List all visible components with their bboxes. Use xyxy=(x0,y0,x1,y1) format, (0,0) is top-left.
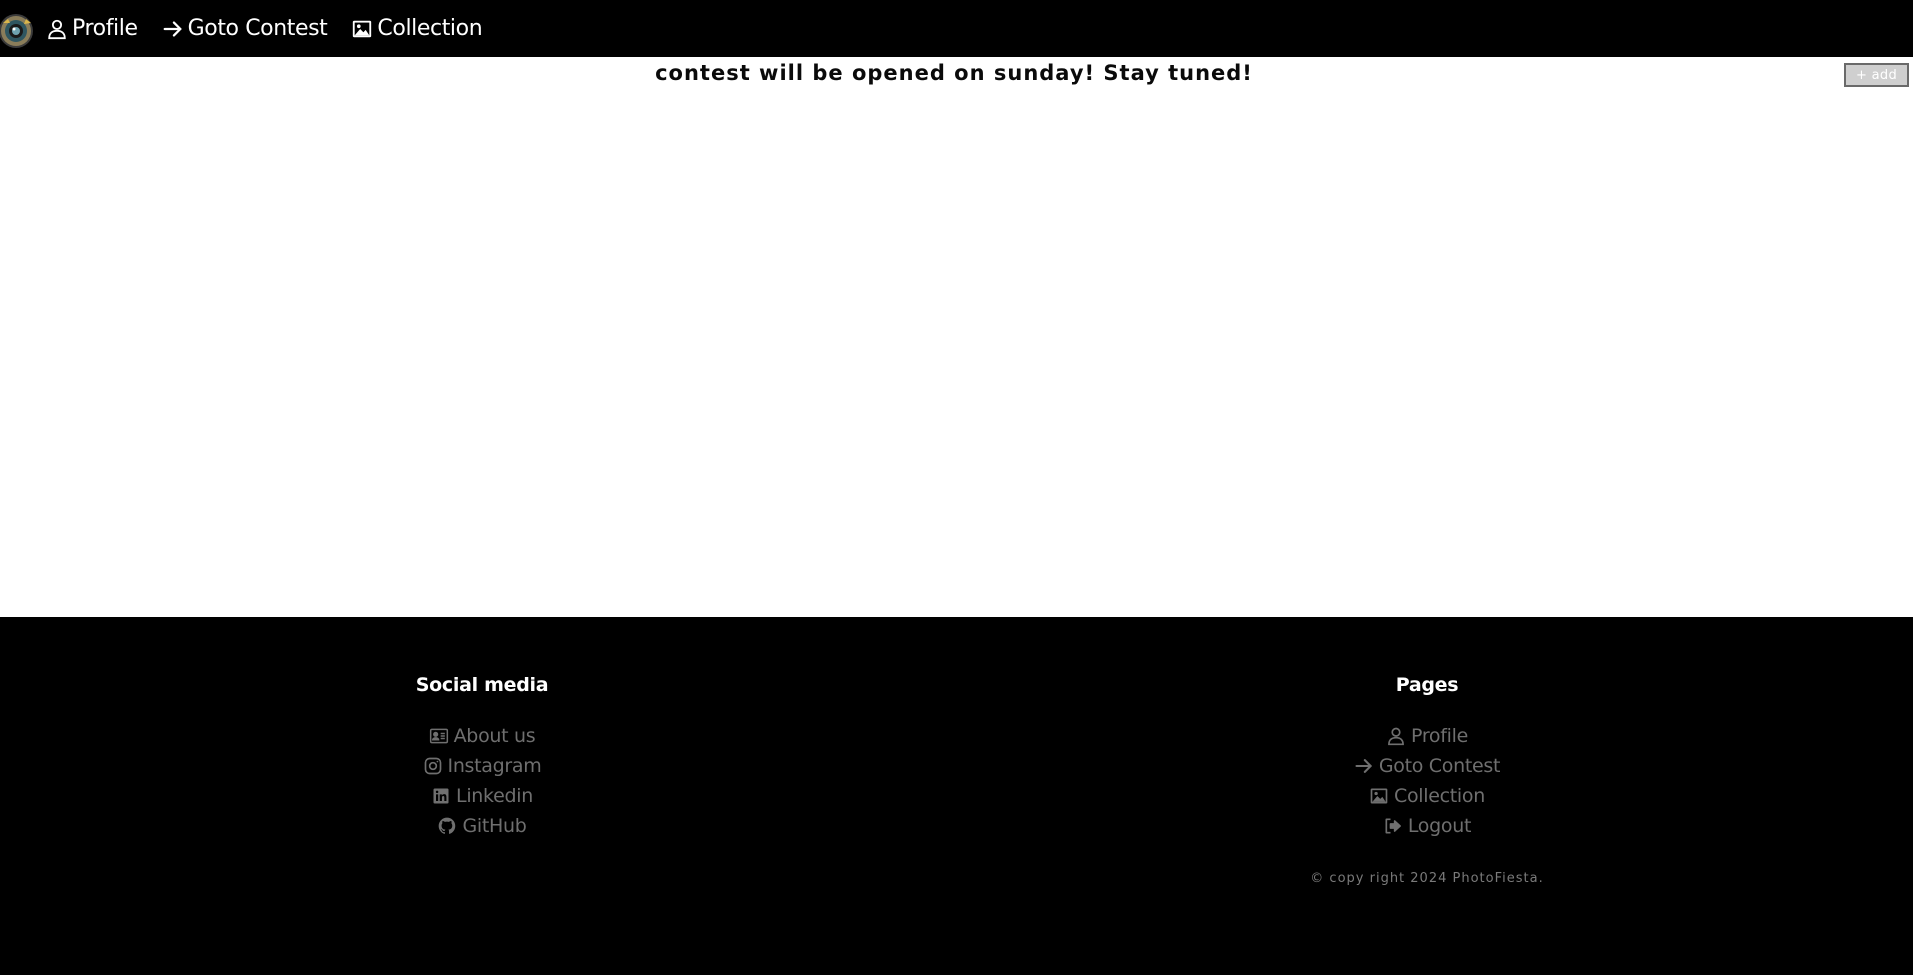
copyright-text: © copy right 2024 PhotoFiesta. xyxy=(1310,871,1544,886)
footer-link-about-us[interactable]: About us xyxy=(429,721,536,751)
footer-heading: Social media xyxy=(415,674,549,696)
nav-item-collection[interactable]: Collection xyxy=(351,16,483,41)
footer-link-label: Logout xyxy=(1407,815,1472,837)
footer-link-label: Instagram xyxy=(447,755,542,777)
footer-pages: Pages Profile Goto Contest Collection Lo… xyxy=(1327,673,1527,841)
footer-link-linkedin[interactable]: Linkedin xyxy=(431,781,533,811)
logout-icon xyxy=(1383,816,1403,836)
arrow-right-icon xyxy=(162,18,184,40)
nav-item-label: Goto Contest xyxy=(187,16,328,41)
footer-link-label: Collection xyxy=(1394,785,1485,807)
contest-announcement: contest will be opened on sunday! Stay t… xyxy=(655,61,1253,85)
footer-link-profile[interactable]: Profile xyxy=(1386,721,1468,751)
arrow-right-icon xyxy=(1354,756,1374,776)
footer-social-media: Social media About us Instagram Linkedin… xyxy=(382,673,582,841)
nav-item-profile[interactable]: Profile xyxy=(46,16,138,41)
logo[interactable] xyxy=(0,11,35,51)
nav-item-goto-contest[interactable]: Goto Contest xyxy=(162,16,328,41)
instagram-icon xyxy=(423,756,443,776)
footer-link-goto-contest[interactable]: Goto Contest xyxy=(1354,751,1500,781)
footer-link-logout[interactable]: Logout xyxy=(1383,811,1471,841)
nav-item-label: Profile xyxy=(72,16,138,41)
footer-link-label: Linkedin xyxy=(456,785,533,807)
github-icon xyxy=(437,816,457,836)
footer-link-collection[interactable]: Collection xyxy=(1369,781,1485,811)
person-icon xyxy=(1386,726,1406,746)
linkedin-icon xyxy=(431,786,451,806)
footer-heading: Pages xyxy=(1395,674,1459,696)
footer-link-label: Goto Contest xyxy=(1378,755,1501,777)
footer: Social media About us Instagram Linkedin… xyxy=(0,617,1913,975)
footer-link-label: Profile xyxy=(1411,725,1468,747)
nav-item-label: Collection xyxy=(377,16,483,41)
person-icon xyxy=(46,18,68,40)
footer-link-github[interactable]: GitHub xyxy=(437,811,527,841)
footer-link-label: About us xyxy=(453,725,536,747)
footer-link-label: GitHub xyxy=(462,815,527,837)
main-content: contest will be opened on sunday! Stay t… xyxy=(0,57,1913,617)
id-card-icon xyxy=(429,726,449,746)
top-navbar: Profile Goto Contest Collection xyxy=(0,0,1913,57)
nav-items: Profile Goto Contest Collection xyxy=(46,0,506,57)
image-icon xyxy=(351,18,373,40)
image-icon xyxy=(1369,786,1389,806)
add-button[interactable]: + add xyxy=(1844,63,1909,87)
footer-link-instagram[interactable]: Instagram xyxy=(423,751,542,781)
